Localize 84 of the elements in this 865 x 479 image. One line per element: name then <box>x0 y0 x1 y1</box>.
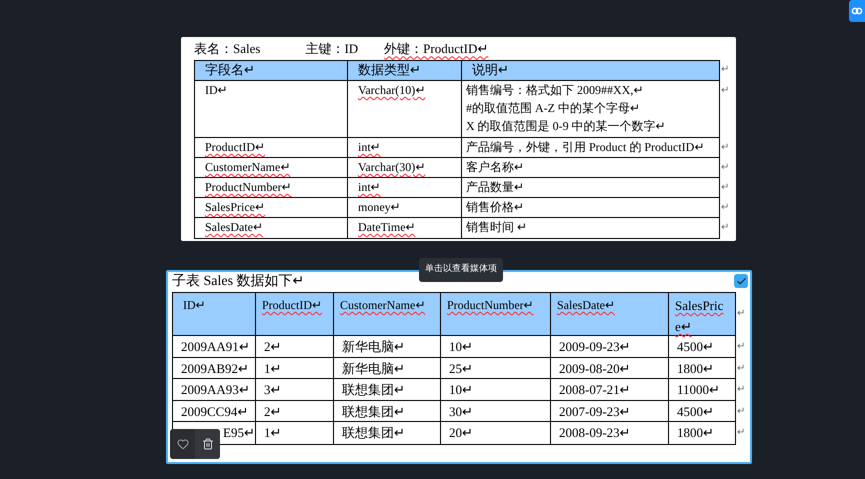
row-end-mark: ↵ <box>737 426 745 440</box>
table-cell: int↵ <box>358 180 381 194</box>
tooltip: 单击以查看媒体项 <box>419 258 503 282</box>
table-cell: 新华电脑↵ <box>342 360 405 376</box>
table-cell: 2007-09-23↵ <box>559 404 631 419</box>
table-cell: 2009-08-20↵ <box>559 360 631 376</box>
table-cell: 1800↵ <box>677 360 714 376</box>
table-cell: 2009AA91↵ <box>181 339 250 354</box>
description-text: 销售价格↵ <box>466 199 524 216</box>
header-cell: ProductNumber↵ <box>447 298 534 312</box>
table-cell: ProductID↵ <box>205 140 265 154</box>
row-end-mark: ↵ <box>721 181 729 195</box>
table-cell: 2↵ <box>264 404 282 419</box>
row-end-mark: ↵ <box>737 362 745 376</box>
table-cell: Varchar(10)↵ <box>358 83 426 97</box>
link-icon[interactable] <box>849 0 865 22</box>
table-cell: 1800↵ <box>677 425 714 440</box>
table-cell: money↵ <box>358 200 401 214</box>
table-cell: 4500↵ <box>677 404 714 419</box>
table-cell: ID↵ <box>205 83 228 97</box>
header-cell: ID↵ <box>183 298 206 312</box>
description-text: 产品编号，外键，引用 Product 的 ProductID↵ <box>466 139 704 156</box>
description-text: 销售编号：格式如下 2009##XX,↵ <box>466 82 644 99</box>
table-meta-text: 表名：Sales <box>194 40 260 58</box>
header-cell: ProductID↵ <box>262 298 322 312</box>
row-end-mark: ↵ <box>721 161 729 175</box>
table-cell: 联想集团↵ <box>342 425 405 440</box>
table-cell: 2008-07-21↵ <box>559 382 631 398</box>
row-end-mark: ↵ <box>721 201 729 215</box>
checkbox[interactable] <box>734 274 748 288</box>
table-cell: 1↵ <box>264 360 282 376</box>
description-text: X 的取值范围是 0-9 中的某一个数字↵ <box>466 118 666 135</box>
table-cell: 25↵ <box>449 360 473 376</box>
table-cell: E95↵ <box>223 425 255 440</box>
table-cell: 2009AB92↵ <box>181 360 250 376</box>
table-cell: 2009AA93↵ <box>181 382 250 398</box>
row-end-mark: ↵ <box>721 84 729 98</box>
heart-icon <box>176 438 188 450</box>
header-cell: CustomerName↵ <box>340 298 426 312</box>
document-image[interactable] <box>181 37 736 241</box>
table-cell: SalesDate↵ <box>205 220 263 234</box>
table-cell: Varchar(30)↵ <box>358 160 426 174</box>
row-end-mark: ↵ <box>737 404 745 419</box>
table-cell: DateTime↵ <box>358 220 416 234</box>
row-end-mark: ↵ <box>721 63 729 77</box>
table-cell: 3↵ <box>264 382 282 398</box>
table-cell: 2008-09-23↵ <box>559 425 631 440</box>
table-meta-text: 外键：ProductID↵ <box>384 40 488 58</box>
table-cell: int↵ <box>358 140 381 154</box>
table-cell: 30↵ <box>449 404 473 419</box>
table-cell: ProductNumber↵ <box>205 180 292 194</box>
description-text: #的取值范围 A-Z 中的某个字母↵ <box>466 100 640 117</box>
row-end-mark: ↵ <box>737 340 745 354</box>
description-text: 客户名称↵ <box>466 159 524 176</box>
row-end-mark: ↵ <box>721 221 729 235</box>
description-text: 销售时间 ↵ <box>466 219 527 236</box>
row-end-mark: ↵ <box>737 307 745 321</box>
header-cell: 数据类型↵ <box>358 62 421 77</box>
table-cell: SalesPrice↵ <box>205 200 265 214</box>
header-cell: SalesPrice↵ <box>675 298 724 334</box>
table-cell: 20↵ <box>449 425 473 440</box>
table-cell: 10↵ <box>449 339 473 354</box>
header-cell: 说明↵ <box>472 62 509 77</box>
header-cell: 字段名↵ <box>205 62 255 77</box>
check-icon <box>736 276 746 286</box>
caption-text: 子表 Sales 数据如下↵ <box>172 272 305 291</box>
row-end-mark: ↵ <box>721 141 729 155</box>
delete-button[interactable] <box>195 429 220 459</box>
table-cell: 10↵ <box>449 382 473 398</box>
table-cell: 11000↵ <box>677 382 720 398</box>
table-cell: 2009-09-23↵ <box>559 339 631 354</box>
header-cell: SalesDate↵ <box>557 298 615 312</box>
table-cell: 联想集团↵ <box>342 404 405 419</box>
description-text: 产品数量↵ <box>466 179 524 196</box>
table-cell: 新华电脑↵ <box>342 339 405 354</box>
table-cell: 1↵ <box>264 425 282 440</box>
table-cell: 2↵ <box>264 339 282 354</box>
trash-icon <box>202 438 214 450</box>
table-cell: 联想集团↵ <box>342 382 405 398</box>
table-cell: CustomerName↵ <box>205 160 290 174</box>
table-meta-text: 主键：ID <box>305 40 358 58</box>
table-cell: 2009CC94↵ <box>181 404 248 419</box>
row-end-mark: ↵ <box>737 383 745 398</box>
table-cell: 4500↵ <box>677 339 714 354</box>
